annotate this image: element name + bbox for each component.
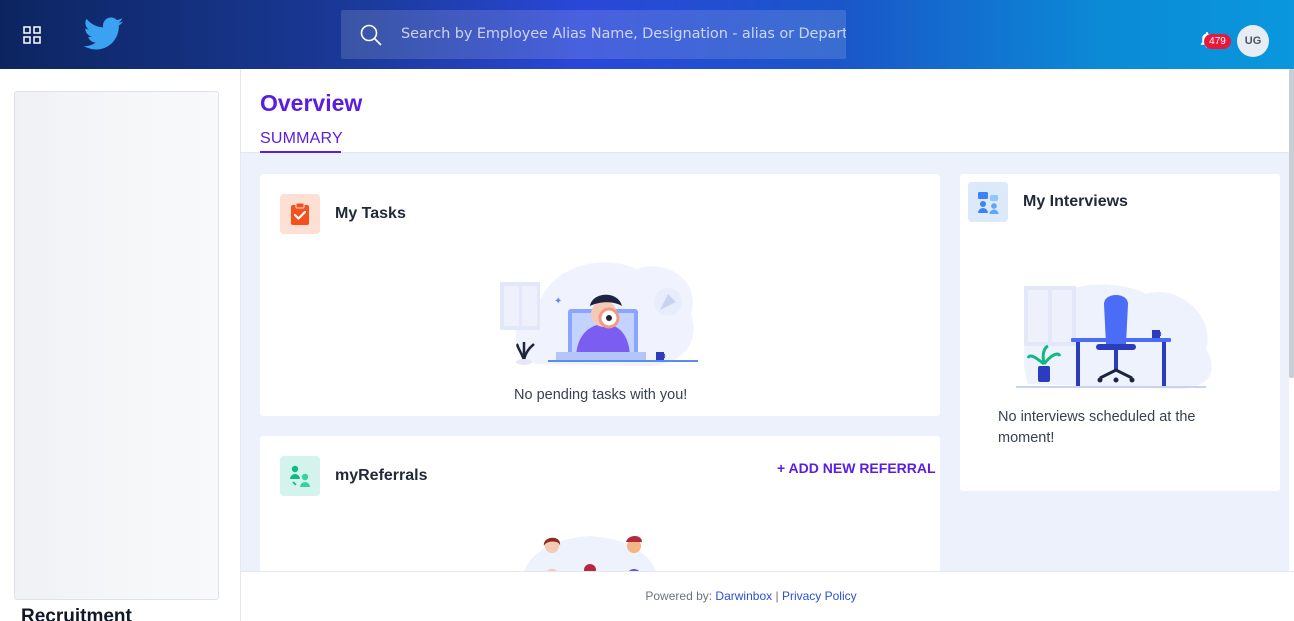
notification-count-badge[interactable]: 479 [1204, 34, 1231, 49]
no-interviews-message-line2: moment! [998, 430, 1055, 446]
footer-text: Powered by: Darwinbox | Privacy Policy [241, 589, 1261, 603]
search-bar[interactable]: Search by Employee Alias Name, Designati… [341, 10, 846, 59]
referral-people-icon [280, 456, 320, 496]
add-new-referral-button[interactable]: + ADD NEW REFERRAL [777, 460, 936, 476]
svg-text:✦: ✦ [554, 296, 562, 307]
tab-summary[interactable]: SUMMARY [260, 130, 343, 148]
clipboard-check-icon [280, 194, 320, 234]
my-interviews-title: My Interviews [1023, 193, 1128, 210]
user-avatar[interactable]: UG [1237, 25, 1269, 57]
profile-card-placeholder [14, 91, 219, 600]
page-footer: Powered by: Darwinbox | Privacy Policy [241, 571, 1294, 621]
top-header: Search by Employee Alias Name, Designati… [0, 0, 1294, 69]
page-header: Overview SUMMARY [241, 69, 1294, 153]
recruitment-section-title: Recruitment [21, 606, 132, 621]
search-icon [360, 24, 382, 46]
footer-separator: | [775, 589, 779, 603]
privacy-policy-link[interactable]: Privacy Policy [782, 589, 857, 603]
search-placeholder[interactable]: Search by Employee Alias Name, Designati… [401, 26, 846, 42]
apps-grid-icon[interactable] [23, 26, 41, 44]
no-interviews-illustration [1016, 284, 1212, 389]
page-scrollbar[interactable] [1289, 69, 1294, 378]
main-content: My Tasks ✦ No pending tasks with you! My… [241, 153, 1289, 596]
left-column: Recruitment [0, 69, 241, 621]
my-interviews-card: My Interviews No interviews scheduled at… [960, 174, 1280, 491]
twitter-bird-icon[interactable] [84, 17, 124, 51]
no-tasks-illustration: ✦ [500, 262, 698, 366]
interview-people-icon [968, 182, 1008, 222]
my-tasks-card: My Tasks ✦ No pending tasks with you! [260, 174, 940, 416]
no-interviews-message: No interviews scheduled at the [998, 409, 1196, 425]
page-title: Overview [260, 90, 363, 116]
powered-by-label: Powered by: [645, 589, 713, 603]
darwinbox-link[interactable]: Darwinbox [715, 589, 772, 603]
no-tasks-message: No pending tasks with you! [514, 387, 688, 403]
my-tasks-title: My Tasks [335, 205, 406, 222]
my-referrals-title: myReferrals [335, 467, 428, 484]
